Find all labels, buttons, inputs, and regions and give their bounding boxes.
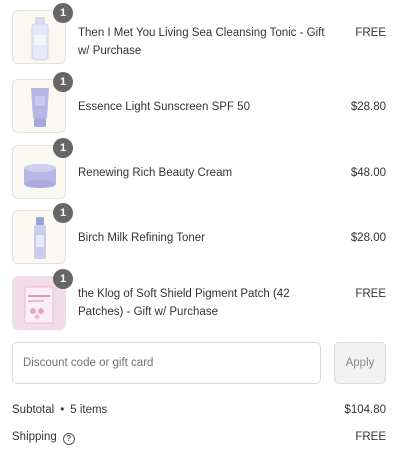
item-name: Then I Met You Living Sea Cleansing Toni…	[78, 27, 325, 57]
line-item: 1 Renewing Rich Beauty Cream $48.00	[0, 138, 400, 201]
subtotal-label: Subtotal	[12, 404, 55, 416]
item-name: Essence Light Sunscreen SPF 50	[78, 101, 250, 113]
quantity-badge: 1	[53, 269, 73, 289]
product-thumbnail: 1	[12, 72, 73, 133]
shipping-value: FREE	[355, 431, 386, 443]
item-price: FREE	[355, 288, 386, 300]
item-name: Renewing Rich Beauty Cream	[78, 167, 233, 179]
item-price: $28.00	[350, 232, 386, 244]
apply-button[interactable]: Apply	[334, 342, 386, 384]
order-summary: 1 Then I Met You Living Sea Cleansing To…	[0, 0, 400, 455]
quantity-badge: 1	[53, 138, 73, 158]
quantity-badge: 1	[53, 72, 73, 92]
items-count: 5 items	[70, 404, 108, 416]
shipping-label-group: Shipping?	[12, 428, 75, 446]
subtotal-label-group: Subtotal • 5 items	[12, 401, 107, 419]
item-price: $48.00	[350, 167, 386, 179]
quantity-badge: 1	[53, 203, 73, 223]
subtotal-value: $104.80	[344, 404, 386, 416]
help-circle-icon[interactable]: ?	[62, 433, 75, 445]
separator-dot: •	[60, 404, 65, 416]
discount-code-input[interactable]	[12, 342, 321, 384]
line-item: 1 the Klog of Soft Shield Pigment Patch …	[0, 269, 400, 332]
product-thumbnail: 1	[12, 269, 73, 330]
item-price: FREE	[355, 27, 386, 39]
product-thumbnail: 1	[12, 203, 73, 264]
item-name: the Klog of Soft Shield Pigment Patch (4…	[78, 288, 290, 318]
shipping-label: Shipping	[12, 431, 57, 443]
item-price: $28.80	[350, 101, 386, 113]
discount-form: Apply	[12, 342, 386, 384]
product-thumbnail: 1	[12, 3, 73, 64]
line-item: 1 Essence Light Sunscreen SPF 50 $28.80	[0, 72, 400, 135]
line-item: 1 Then I Met You Living Sea Cleansing To…	[0, 3, 400, 66]
product-thumbnail: 1	[12, 138, 73, 199]
shipping-row: Shipping? FREE	[12, 428, 386, 446]
subtotal-row: Subtotal • 5 items $104.80	[12, 401, 386, 419]
line-item: 1 Birch Milk Refining Toner $28.00	[0, 203, 400, 266]
quantity-badge: 1	[53, 3, 73, 23]
item-name: Birch Milk Refining Toner	[78, 232, 205, 244]
